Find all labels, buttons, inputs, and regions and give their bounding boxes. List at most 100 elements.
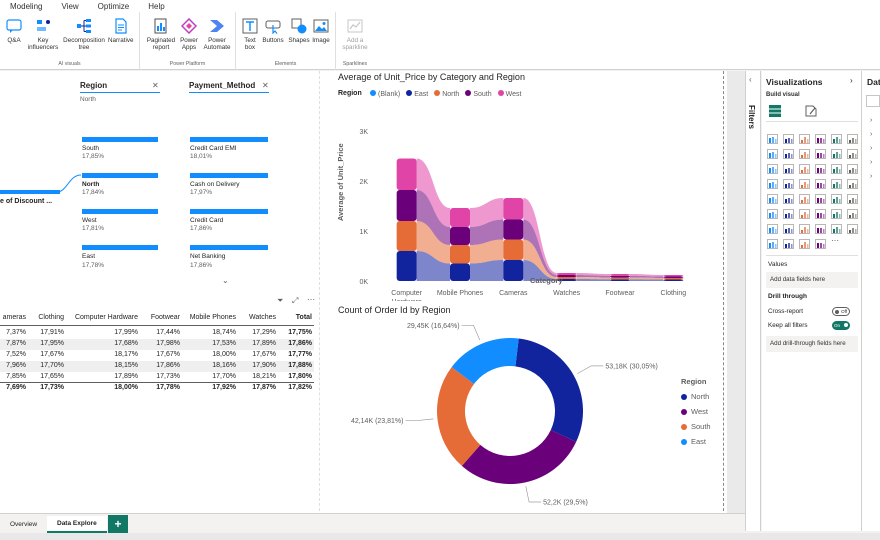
menu-modeling[interactable]: Modeling [0,2,51,11]
add-sparkline-button[interactable]: Add a sparkline [340,18,370,51]
region-node-north-bar[interactable] [82,173,158,178]
visual-type-icon[interactable] [815,206,829,219]
data-pane[interactable]: Dat › › › › › [862,71,880,531]
report-canvas[interactable]: Region ✕ North Payment_Method ✕ e of Dis… [0,71,727,513]
ribbon-bar-segment[interactable] [396,158,417,191]
root-node-bar[interactable] [0,190,60,194]
visual-type-icon[interactable] [783,131,797,144]
shapes-button[interactable]: Shapes [288,18,310,44]
ribbon-bar-segment[interactable] [663,276,684,279]
visual-type-icon[interactable] [831,131,845,144]
qna-button[interactable]: Q&A [6,18,22,44]
visual-type-icon[interactable] [783,176,797,189]
visual-type-icon[interactable] [799,191,813,204]
visual-type-icon[interactable] [847,221,861,234]
payment-column-header[interactable]: Payment_Method [189,81,255,90]
visual-type-icon[interactable] [799,221,813,234]
visual-type-icon[interactable] [799,161,813,174]
menu-optimize[interactable]: Optimize [88,2,139,11]
ribbon-legend-item[interactable]: East [406,90,428,98]
ribbon-bar-segment[interactable] [610,277,630,280]
ribbon-band[interactable] [576,279,610,281]
donut-legend-item[interactable]: West [681,404,711,419]
values-drop-zone[interactable]: Add data fields here [766,272,858,288]
visual-type-icon[interactable] [831,161,845,174]
filter-icon[interactable]: ⏷ [277,296,283,306]
visual-type-icon[interactable] [767,161,781,174]
tab-data-explore[interactable]: Data Explore [47,516,107,533]
visual-type-icon[interactable] [831,221,845,234]
visual-type-icon[interactable] [799,176,813,189]
decomposition-tree-button[interactable]: Decomposition tree [60,18,108,51]
image-button[interactable]: Image [310,18,332,44]
payment-close-icon[interactable]: ✕ [262,81,269,90]
visual-type-icon[interactable] [847,176,861,189]
ribbon-bar-segment[interactable] [503,239,524,261]
visual-type-icon[interactable] [783,146,797,159]
donut-legend-item[interactable]: South [681,419,711,434]
keep-filters-toggle[interactable]: On [832,321,850,330]
visual-type-icon[interactable] [783,236,797,249]
donut-legend-item[interactable]: North [681,389,711,404]
filters-pane[interactable]: ‹ Filters [745,71,761,531]
region-node-west-bar[interactable] [82,209,158,214]
ribbon-bar-segment[interactable] [503,198,524,220]
ribbon-bar-segment[interactable] [556,273,577,275]
tab-overview[interactable]: Overview [0,516,47,533]
filters-expand-chevron-icon[interactable]: ‹ [749,75,752,84]
ribbon-bar-segment[interactable] [450,208,470,227]
key-influencers-button[interactable]: Key influencers [28,18,58,51]
donut-legend-item[interactable]: East [681,434,711,449]
paginated-report-button[interactable]: Paginated report [146,18,176,51]
visual-type-icon[interactable] [831,176,845,189]
visual-type-icon[interactable] [815,146,829,159]
payment-node-net-banking-bar[interactable] [190,245,268,250]
ribbon-bar-segment[interactable] [503,260,524,281]
ribbon-bar-segment[interactable] [396,190,417,221]
ribbon-band[interactable] [630,279,664,281]
format-visual-icon[interactable] [804,104,818,118]
ribbon-bar-segment[interactable] [610,275,630,278]
power-apps-button[interactable]: Power Apps [178,18,200,51]
payment-node-emi-bar[interactable] [190,137,268,142]
visual-type-icon[interactable] [847,206,861,219]
visual-type-icon[interactable] [815,236,829,249]
region-close-icon[interactable]: ✕ [152,81,159,90]
visual-type-icon[interactable] [767,221,781,234]
visual-type-icon[interactable] [783,206,797,219]
data-table-expanders[interactable]: › › › › › [870,114,872,184]
ribbon-bar-segment[interactable] [503,219,524,240]
donut-slice-north[interactable] [515,338,583,442]
visual-type-icon[interactable] [799,131,813,144]
buttons-button[interactable]: Buttons [260,18,286,44]
visual-type-icon[interactable] [847,191,861,204]
payment-node-cod-bar[interactable] [190,173,268,178]
viz-collapse-chevron-icon[interactable]: › [850,76,853,85]
visual-type-icon[interactable] [767,176,781,189]
narrative-button[interactable]: Narrative [108,18,134,44]
region-node-east-bar[interactable] [82,245,158,250]
ribbon-bar-segment[interactable] [610,279,630,281]
scroll-down-chevron-icon[interactable]: ⌄ [222,276,229,285]
visual-type-icon[interactable] [799,206,813,219]
ribbon-legend-item[interactable]: West [497,90,521,98]
visual-type-icon[interactable] [815,161,829,174]
ribbon-bar-segment[interactable] [663,275,684,277]
ribbon-bar-segment[interactable] [663,279,684,282]
visual-type-icon[interactable] [815,131,829,144]
focus-mode-icon[interactable]: ⤢ [292,296,298,306]
add-page-plus-icon[interactable]: + [108,515,128,533]
visual-type-icon[interactable] [767,236,781,249]
drill-through-drop-zone[interactable]: Add drill-through fields here [766,336,858,352]
data-search-input[interactable] [866,95,880,107]
visual-type-icon[interactable] [831,206,845,219]
ribbon-bar-segment[interactable] [396,221,417,251]
visual-type-icon[interactable] [847,161,861,174]
visual-type-icon[interactable] [767,206,781,219]
cross-report-toggle[interactable]: Off [832,307,850,316]
power-automate-button[interactable]: Power Automate [202,18,232,51]
ribbon-legend-item[interactable]: (Blank) [370,90,400,98]
ribbon-legend-item[interactable]: South [465,90,492,98]
visual-type-icon[interactable] [767,191,781,204]
visual-type-icon[interactable] [799,146,813,159]
